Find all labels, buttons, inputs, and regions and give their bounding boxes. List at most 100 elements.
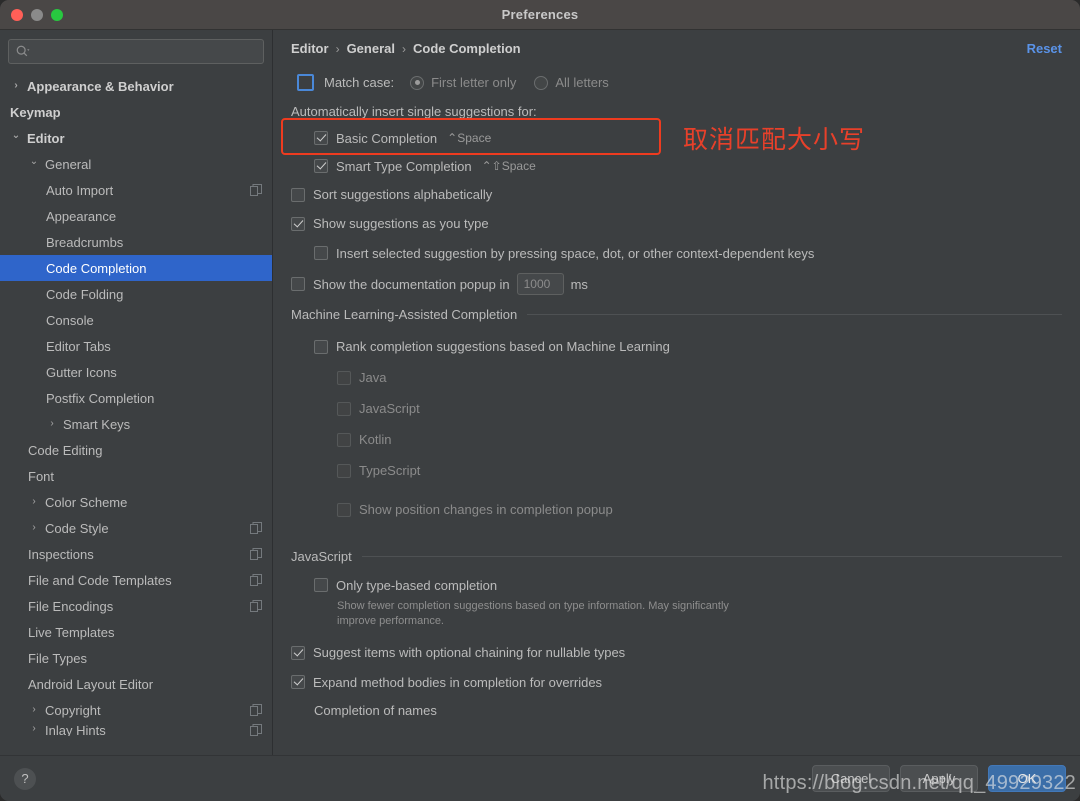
chevron-right-icon[interactable]: › [28, 496, 40, 508]
ml-position-changes-label: Show position changes in completion popu… [359, 502, 613, 517]
sidebar-item-color-scheme[interactable]: › Color Scheme [0, 489, 272, 515]
match-case-checkbox[interactable] [297, 74, 314, 91]
copy-settings-icon[interactable] [250, 522, 262, 534]
sidebar-item-android-layout-editor[interactable]: Android Layout Editor [0, 671, 272, 697]
first-letter-only-radio[interactable] [410, 75, 425, 90]
apply-button[interactable]: Apply [900, 765, 978, 792]
js-expand-bodies-checkbox[interactable] [291, 675, 305, 690]
sort-alphabetically-row: Sort suggestions alphabetically [291, 180, 1062, 209]
sort-alphabetically-checkbox[interactable] [291, 187, 305, 202]
ml-position-changes-checkbox[interactable] [337, 502, 351, 517]
ml-javascript-label: JavaScript [359, 401, 420, 416]
chevron-right-icon[interactable]: › [28, 723, 40, 735]
sidebar-item-label: Color Scheme [45, 494, 128, 510]
breadcrumb-item-editor[interactable]: Editor [291, 41, 329, 56]
sidebar-item-inspections[interactable]: Inspections [0, 541, 272, 567]
show-as-you-type-checkbox[interactable] [291, 216, 305, 231]
sidebar-item-label: Copyright [45, 702, 101, 718]
ml-javascript-checkbox[interactable] [337, 401, 351, 416]
settings-content: 取消匹配大小写 Match case: First letter only Al… [273, 62, 1080, 755]
basic-completion-checkbox[interactable] [314, 131, 328, 145]
minimize-window-icon[interactable] [31, 8, 43, 21]
js-expand-bodies-label: Expand method bodies in completion for o… [313, 674, 603, 690]
doc-popup-delay-input[interactable] [516, 273, 564, 295]
preferences-window: Preferences › Appearance & Behavior Keymap… [0, 0, 1080, 801]
close-window-icon[interactable] [11, 8, 23, 21]
ml-rank-label: Rank completion suggestions based on Mac… [336, 339, 670, 354]
help-button[interactable]: ? [14, 767, 36, 790]
smart-type-completion-row: Smart Type Completion ⌃⇧Space [314, 152, 1062, 180]
sidebar-item-appearance[interactable]: Appearance [0, 203, 272, 229]
ml-typescript-checkbox[interactable] [337, 463, 351, 478]
zoom-window-icon[interactable] [51, 8, 63, 21]
ml-rank-checkbox[interactable] [314, 339, 328, 354]
search-input[interactable] [30, 44, 257, 59]
js-only-type-based-checkbox[interactable] [314, 578, 328, 592]
sidebar-item-file-types[interactable]: File Types [0, 645, 272, 671]
doc-popup-checkbox[interactable] [291, 277, 305, 291]
sidebar-item-label: Auto Import [46, 182, 114, 198]
copy-settings-icon[interactable] [250, 723, 262, 736]
ml-section-header: Machine Learning-Assisted Completion [291, 307, 1062, 322]
sidebar-item-console[interactable]: Console [0, 307, 272, 333]
sidebar-item-postfix-completion[interactable]: Postfix Completion [0, 385, 272, 411]
copy-settings-icon[interactable] [250, 600, 262, 612]
chevron-down-icon[interactable]: ⌄ [28, 156, 40, 168]
smart-type-completion-checkbox[interactable] [314, 159, 328, 173]
chevron-right-icon[interactable]: › [10, 80, 22, 92]
search-box[interactable] [8, 39, 264, 64]
window-title: Preferences [501, 7, 579, 22]
sidebar-item-label: Keymap [10, 104, 61, 120]
js-optional-chaining-checkbox[interactable] [291, 645, 305, 660]
breadcrumb-item-general[interactable]: General [347, 41, 395, 56]
sidebar-item-file-encodings[interactable]: File Encodings [0, 593, 272, 619]
sidebar-item-code-completion[interactable]: Code Completion [0, 255, 272, 281]
ml-java-checkbox[interactable] [337, 370, 351, 385]
ml-section-divider [527, 314, 1062, 315]
sidebar-item-code-editing[interactable]: Code Editing [0, 437, 272, 463]
sidebar-item-breadcrumbs[interactable]: Breadcrumbs [0, 229, 272, 255]
sidebar-item-general[interactable]: ⌄ General [0, 151, 272, 177]
basic-completion-label: Basic Completion [336, 130, 438, 146]
copy-settings-icon[interactable] [250, 184, 262, 196]
sidebar-item-live-templates[interactable]: Live Templates [0, 619, 272, 645]
chevron-right-icon[interactable]: › [28, 704, 40, 716]
sidebar-item-auto-import[interactable]: Auto Import [0, 177, 272, 203]
sidebar-item-editor-tabs[interactable]: Editor Tabs [0, 333, 272, 359]
sidebar-item-label: Live Templates [28, 624, 115, 640]
sidebar-item-keymap[interactable]: Keymap [0, 99, 272, 125]
ml-kotlin-checkbox[interactable] [337, 432, 351, 447]
window-body: › Appearance & Behavior Keymap ⌄ Editor ⌄ Gene… [0, 30, 1080, 755]
chevron-right-icon[interactable]: › [28, 522, 40, 534]
sidebar-item-smart-keys[interactable]: › Smart Keys [0, 411, 272, 437]
copy-settings-icon[interactable] [250, 574, 262, 586]
sidebar-item-font[interactable]: Font [0, 463, 272, 489]
sidebar-item-code-folding[interactable]: Code Folding [0, 281, 272, 307]
copy-settings-icon[interactable] [250, 548, 262, 560]
sidebar-item-label: Console [46, 312, 94, 328]
doc-popup-unit-label: ms [570, 276, 588, 292]
all-letters-radio[interactable] [534, 75, 549, 90]
auto-insert-group-label-row: Automatically insert single suggestions … [291, 99, 1062, 124]
auto-insert-group-label: Automatically insert single suggestions … [291, 104, 537, 119]
ok-button[interactable]: OK [988, 765, 1066, 792]
sidebar-item-gutter-icons[interactable]: Gutter Icons [0, 359, 272, 385]
sidebar-item-appearance-behavior[interactable]: › Appearance & Behavior [0, 73, 272, 99]
sidebar-item-editor[interactable]: ⌄ Editor [0, 125, 272, 151]
sidebar-item-copyright[interactable]: › Copyright [0, 697, 272, 723]
reset-link[interactable]: Reset [1027, 41, 1062, 56]
chevron-right-icon[interactable]: › [46, 418, 58, 430]
cancel-button[interactable]: Cancel [812, 765, 890, 792]
sidebar-item-file-and-code-templates[interactable]: File and Code Templates [0, 567, 272, 593]
copy-settings-icon[interactable] [250, 704, 262, 716]
ml-kotlin-label: Kotlin [359, 432, 392, 447]
chevron-down-icon[interactable]: ⌄ [10, 130, 22, 142]
sidebar-item-label: Appearance [46, 208, 117, 224]
title-bar: Preferences [0, 0, 1080, 30]
ml-java-label: Java [359, 370, 387, 385]
sidebar-item-inlay-hints[interactable]: › Inlay Hints [0, 723, 272, 736]
match-case-row: Match case: First letter only All letter… [291, 66, 1062, 99]
insert-selected-checkbox[interactable] [314, 246, 328, 260]
sidebar-item-label: Appearance & Behavior [27, 78, 174, 94]
sidebar-item-code-style[interactable]: › Code Style [0, 515, 272, 541]
